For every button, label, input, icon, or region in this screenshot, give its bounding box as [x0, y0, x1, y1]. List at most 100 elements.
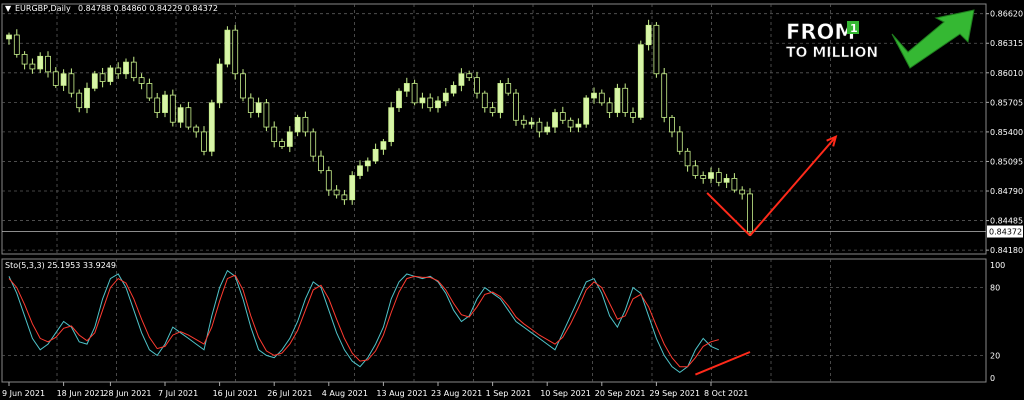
candle[interactable]: [263, 98, 270, 132]
candle[interactable]: [614, 83, 621, 118]
candle-body: [333, 189, 340, 196]
candle-body: [138, 77, 145, 84]
candle-body: [6, 34, 12, 40]
candle[interactable]: [349, 171, 356, 205]
candle[interactable]: [622, 83, 629, 117]
candle[interactable]: [388, 101, 395, 147]
sto-tick-label: 100: [990, 261, 1005, 270]
time-tick-label: 8 Oct 2021: [704, 389, 748, 398]
time-tick-label: 26 Jul 2021: [267, 389, 312, 398]
candle-body: [380, 141, 387, 150]
candle-body: [130, 61, 137, 79]
logo-line2: TO MILLION: [786, 45, 878, 61]
candle-body: [302, 116, 309, 133]
candle[interactable]: [661, 67, 668, 123]
time-tick-label: 7 Jul 2021: [158, 389, 198, 398]
candle-body: [99, 73, 106, 82]
price-tick-label: 0.84790: [990, 187, 1023, 196]
time-tick-label: 23 Aug 2021: [431, 389, 482, 398]
candle-body: [45, 55, 51, 73]
candle-body: [364, 160, 371, 167]
candle-body: [263, 102, 270, 128]
candle[interactable]: [169, 89, 176, 127]
time-tick-label: 18 Jun 2021: [57, 389, 105, 398]
candle-body: [162, 94, 168, 113]
candle-body: [84, 87, 90, 109]
candle-body: [232, 29, 239, 75]
candle-body: [536, 121, 543, 133]
candle-body: [419, 97, 426, 104]
candle[interactable]: [637, 40, 644, 120]
candle-body: [325, 170, 332, 191]
candle-body: [216, 63, 223, 104]
candle-body: [567, 119, 574, 128]
candle[interactable]: [583, 95, 590, 128]
logo-badge: 1: [850, 22, 858, 35]
candle-body: [388, 107, 395, 142]
indicator-header: Sto(5,3,3) 25.1953 33.9249: [5, 261, 116, 270]
candle-body: [341, 194, 348, 201]
candle-body: [637, 44, 644, 118]
candle-body: [692, 165, 699, 176]
candle-body: [645, 24, 652, 46]
candle-body: [123, 61, 129, 75]
candle-body: [731, 178, 738, 191]
candle-body: [676, 131, 683, 152]
candle[interactable]: [513, 89, 519, 126]
candle-body: [661, 73, 668, 118]
price-tick-label: 0.85095: [990, 157, 1023, 166]
candle[interactable]: [653, 22, 660, 78]
candle-body: [559, 112, 566, 121]
candle-body: [37, 55, 44, 70]
candle-body: [450, 84, 457, 94]
candle-body: [372, 148, 379, 162]
candle-body: [435, 100, 441, 109]
candle-body: [489, 107, 496, 113]
candle-body: [591, 92, 597, 99]
candle-body: [403, 83, 410, 92]
candle-body: [68, 73, 75, 94]
candle[interactable]: [497, 80, 504, 119]
candle-body: [427, 97, 434, 109]
candle[interactable]: [208, 99, 215, 157]
ohlc-header: 0.84788 0.84860 0.84229 0.84372: [78, 4, 218, 13]
candle-body: [598, 92, 605, 104]
time-tick-label: 13 Aug 2021: [376, 389, 427, 398]
price-tick-label: 0.85400: [990, 128, 1023, 137]
candle-body: [520, 119, 527, 125]
time-tick-label: 4 Aug 2021: [322, 389, 368, 398]
candle-body: [76, 92, 83, 109]
candle-body: [13, 34, 20, 55]
candle-body: [21, 53, 28, 65]
candle-body: [497, 83, 504, 113]
candle[interactable]: [216, 58, 223, 109]
candle-body: [107, 67, 114, 82]
time-tick-label: 28 Jun 2021: [103, 389, 151, 398]
candle-body: [193, 126, 200, 133]
candle-body: [247, 97, 254, 113]
main-header-triangle-icon[interactable]: ▼: [5, 4, 12, 13]
candle-body: [575, 123, 582, 128]
time-tick-label: 29 Sep 2021: [649, 389, 700, 398]
time-tick-label: 10 Sep 2021: [540, 389, 591, 398]
candle[interactable]: [232, 24, 239, 80]
candle-body: [349, 175, 356, 201]
candle-body: [279, 141, 285, 147]
candle-body: [169, 94, 176, 123]
price-tick-label: 0.85705: [990, 98, 1023, 107]
candle-body: [255, 102, 262, 113]
candle-body: [583, 97, 590, 125]
candle-body: [700, 175, 707, 179]
time-tick-label: 20 Sep 2021: [595, 389, 646, 398]
candle-body: [653, 24, 660, 75]
candle[interactable]: [411, 79, 418, 106]
sto-tick-label: 0: [990, 374, 995, 383]
logo-line1: FROM: [786, 20, 855, 44]
time-tick-label: 1 Sep 2021: [486, 389, 532, 398]
candle-body: [481, 92, 488, 109]
candle-body: [739, 189, 746, 195]
candle[interactable]: [747, 188, 753, 236]
candle[interactable]: [240, 69, 246, 102]
candle[interactable]: [91, 70, 98, 92]
candle[interactable]: [224, 26, 231, 68]
